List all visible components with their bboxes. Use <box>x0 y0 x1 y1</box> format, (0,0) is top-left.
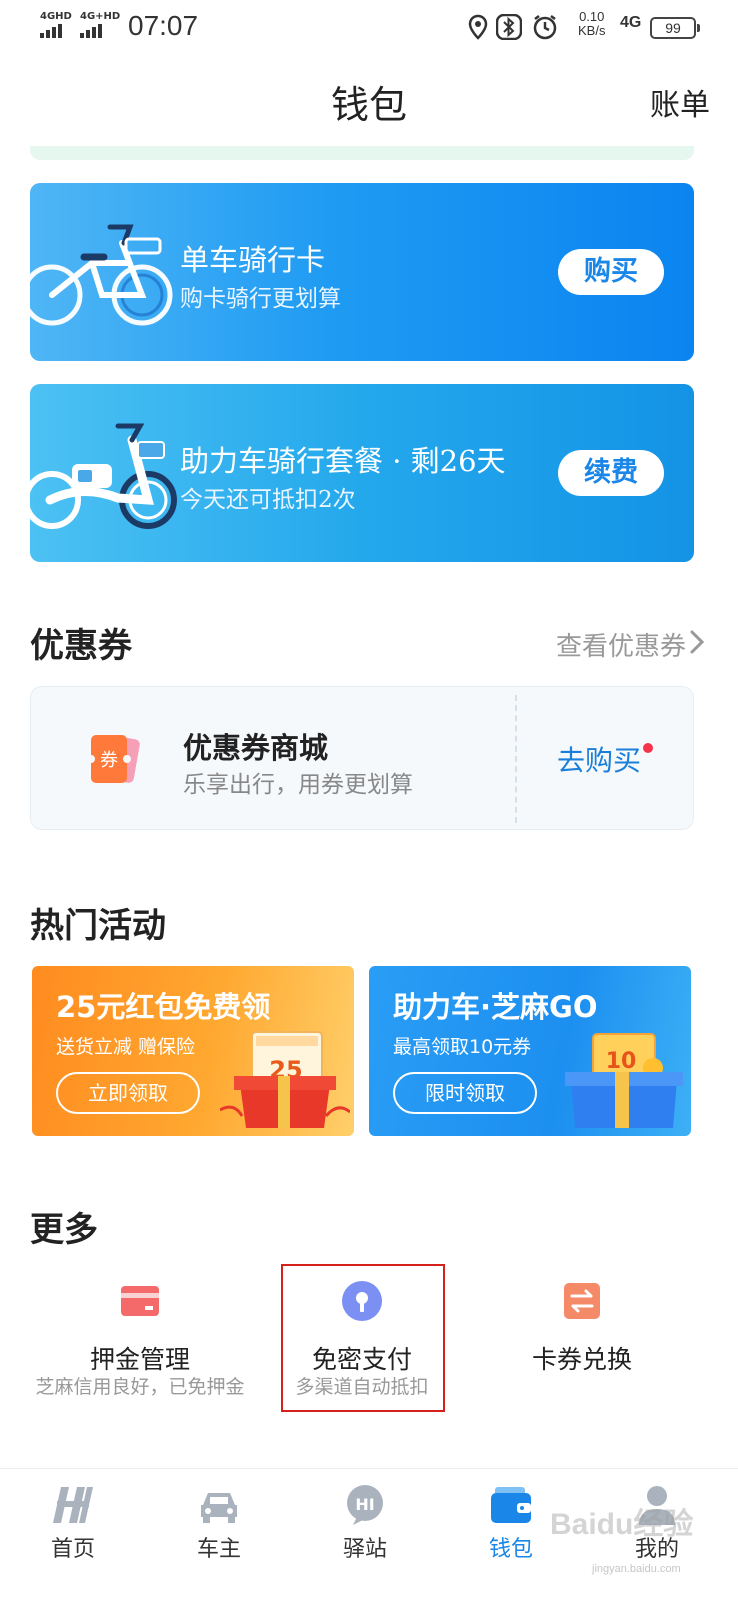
zhima-go-art-number: 10 <box>606 1049 637 1074</box>
status-time: 07:07 <box>128 10 199 41</box>
highlight-annotation-box <box>281 1264 445 1412</box>
chevron-right-icon[interactable] <box>686 628 708 656</box>
nav-car-owner-label: 车主 <box>196 1537 241 1562</box>
deposit-management-item[interactable]: 押金管理 芝麻信用良好，已免押金 <box>30 1266 250 1410</box>
page-title: 钱包 <box>330 83 407 127</box>
zhima-go-title: 助力车·芝麻GO <box>393 990 598 1024</box>
coupons-section-title: 优惠券 <box>30 626 132 666</box>
renew-button[interactable]: 续费 <box>558 450 664 496</box>
ebike-icon <box>30 423 177 529</box>
coupon-exchange-item[interactable]: 卡券兑换 <box>472 1266 692 1410</box>
signal-2-indicator: 4G+HD <box>80 12 120 38</box>
network-speed-value: 0.10 <box>579 9 605 24</box>
alarm-icon <box>533 15 557 40</box>
view-coupons-link[interactable]: 查看优惠券 <box>556 626 686 663</box>
notification-dot <box>643 743 653 753</box>
baidu-watermark-url: jingyan.baidu.com <box>592 1563 681 1575</box>
signal-2-label: 4G+HD <box>80 11 121 22</box>
nav-station-label: 驿站 <box>342 1537 387 1562</box>
more-section-title: 更多 <box>30 1210 98 1250</box>
coupon-mall-subtitle: 乐享出行，用券更划算 <box>183 772 413 798</box>
battery-indicator: 99 <box>650 17 700 39</box>
signal-1-indicator: 4GHD <box>40 12 72 38</box>
network-speed-unit: KB/s <box>578 23 606 38</box>
deposit-management-subtitle: 芝麻信用良好，已免押金 <box>35 1376 245 1398</box>
bicycle-icon <box>30 224 173 326</box>
zhima-go-subtitle: 最高领取10元券 <box>393 1036 532 1058</box>
bottom-navigation: 首页 车主 HI 驿站 钱包 我的 Baidu经验 jingyan.baidu.… <box>0 1468 738 1600</box>
red-packet-subtitle: 送货立减 赠保险 <box>56 1036 196 1058</box>
coupon-ticket-icon: 券 <box>87 735 140 783</box>
zhima-go-activity-banner[interactable]: 助力车·芝麻GO 最高领取10元券 限时领取 10 <box>369 966 691 1136</box>
nav-home[interactable]: 首页 <box>0 1469 146 1600</box>
bike-card-title: 单车骑行卡 <box>180 243 326 277</box>
coupon-gift-icon: 10 <box>565 1033 683 1128</box>
gift-box-icon: 25 <box>220 1031 350 1128</box>
red-packet-activity-banner[interactable]: 25元红包免费领 送货立减 赠保险 立即领取 25 <box>32 966 354 1136</box>
exchange-icon <box>564 1283 600 1319</box>
car-icon <box>201 1493 237 1523</box>
signal-1-label: 4GHD <box>40 11 72 22</box>
coupon-icon-label: 券 <box>100 750 118 771</box>
limited-claim-button[interactable]: 限时领取 <box>393 1072 537 1114</box>
bill-link[interactable]: 账单 <box>650 80 710 124</box>
coupon-mall-card[interactable]: 券 优惠券商城 乐享出行，用券更划算 去购买 <box>30 686 694 830</box>
top-banner-edge <box>30 146 694 160</box>
wallet-icon <box>491 1487 531 1523</box>
home-logo-icon <box>53 1487 93 1523</box>
claim-now-button[interactable]: 立即领取 <box>56 1072 200 1114</box>
signal-bars-icon <box>40 24 62 38</box>
ebike-card-title: 助力车骑行套餐 · 剩26天 <box>180 444 506 478</box>
ebike-card-subtitle: 今天还可抵扣2次 <box>180 487 356 513</box>
station-icon-text: HI <box>355 1495 374 1514</box>
network-type: 4G <box>620 14 642 31</box>
nav-home-label: 首页 <box>50 1537 95 1562</box>
ebike-package-promo[interactable]: 助力车骑行套餐 · 剩26天 今天还可抵扣2次 续费 <box>30 384 694 562</box>
bike-card-subtitle: 购卡骑行更划算 <box>180 286 341 312</box>
coupon-buy-area[interactable]: 去购买 <box>517 687 695 829</box>
signal-bars-icon <box>80 24 102 38</box>
location-icon <box>468 14 488 40</box>
coupon-mall-title: 优惠券商城 <box>183 731 329 765</box>
bike-card-promo[interactable]: 单车骑行卡 购卡骑行更划算 购买 <box>30 183 694 361</box>
station-icon: HI <box>347 1485 383 1525</box>
baidu-watermark: Baidu经验 <box>550 1508 694 1541</box>
bluetooth-icon <box>496 14 522 40</box>
nav-station[interactable]: HI 驿站 <box>292 1469 438 1600</box>
status-bar: 4GHD 4G+HD 07:07 0.10 KB/s 4G 99 <box>0 0 738 56</box>
go-buy-button[interactable]: 去购买 <box>557 739 641 779</box>
buy-button[interactable]: 购买 <box>558 249 664 295</box>
activities-section-title: 热门活动 <box>30 906 166 946</box>
network-speed: 0.10 KB/s <box>578 10 605 38</box>
nav-car-owner[interactable]: 车主 <box>146 1469 292 1600</box>
red-packet-title: 25元红包免费领 <box>56 990 271 1024</box>
deposit-management-label: 押金管理 <box>89 1345 190 1374</box>
coupon-exchange-label: 卡券兑换 <box>531 1345 632 1374</box>
card-icon <box>121 1286 159 1316</box>
